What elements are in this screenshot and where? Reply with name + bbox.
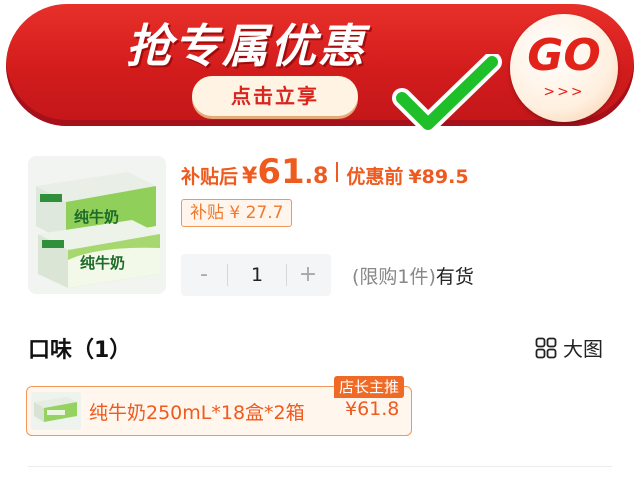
currency-symbol: ¥ — [242, 164, 258, 189]
subsidy-badge: 补贴 ¥ 27.7 — [181, 199, 293, 227]
limit-label: (限购1件) — [352, 266, 436, 288]
price-after-integer: 61 — [257, 152, 305, 192]
quantity-stepper: - 1 + — [181, 254, 331, 296]
price-after-decimal: .8 — [304, 164, 329, 189]
divider — [28, 466, 612, 467]
milk-box-icon — [34, 397, 77, 422]
variant-thumbnail — [31, 392, 81, 430]
recommend-badge: 店长主推 — [334, 376, 405, 398]
price-row: 补贴后 ¥61.8 优惠前 ¥89.5 — [181, 152, 469, 192]
go-arrows: >>> — [543, 84, 585, 100]
increase-button[interactable]: + — [285, 254, 331, 296]
banner-claim-button[interactable]: 点击立享 — [192, 76, 358, 116]
check-mark-icon — [392, 54, 502, 134]
banner-title: 抢专属优惠 — [126, 19, 366, 73]
flavor-section-title: 口味（1） — [28, 338, 132, 363]
svg-text:纯牛奶: 纯牛奶 — [74, 208, 119, 226]
price-before-label: 优惠前 — [346, 166, 404, 188]
go-label: GO — [527, 30, 601, 81]
price-before-value: ¥89.5 — [408, 166, 469, 188]
quantity-input[interactable]: 1 — [227, 264, 287, 286]
large-image-toggle[interactable]: 大图 — [535, 333, 603, 361]
purchase-limit: (限购1件)有货 — [352, 262, 474, 289]
product-image[interactable]: 纯牛奶 纯牛奶 — [28, 156, 166, 294]
variant-price: ¥61.8 — [345, 398, 400, 420]
large-image-label: 大图 — [563, 337, 603, 361]
milk-box-icon: 纯牛奶 纯牛奶 — [36, 172, 160, 288]
stock-status: 有货 — [435, 266, 474, 288]
price-separator — [336, 162, 339, 182]
promo-banner[interactable]: 抢专属优惠 点击立享 GO >>> — [6, 4, 634, 126]
decrease-button[interactable]: - — [181, 254, 227, 296]
go-button[interactable]: GO >>> — [510, 14, 618, 122]
variant-name: 纯牛奶250mL*18盒*2箱 — [89, 402, 305, 424]
grid-icon — [535, 337, 557, 358]
price-after-label: 补贴后 — [181, 166, 239, 188]
svg-text:纯牛奶: 纯牛奶 — [80, 254, 125, 272]
